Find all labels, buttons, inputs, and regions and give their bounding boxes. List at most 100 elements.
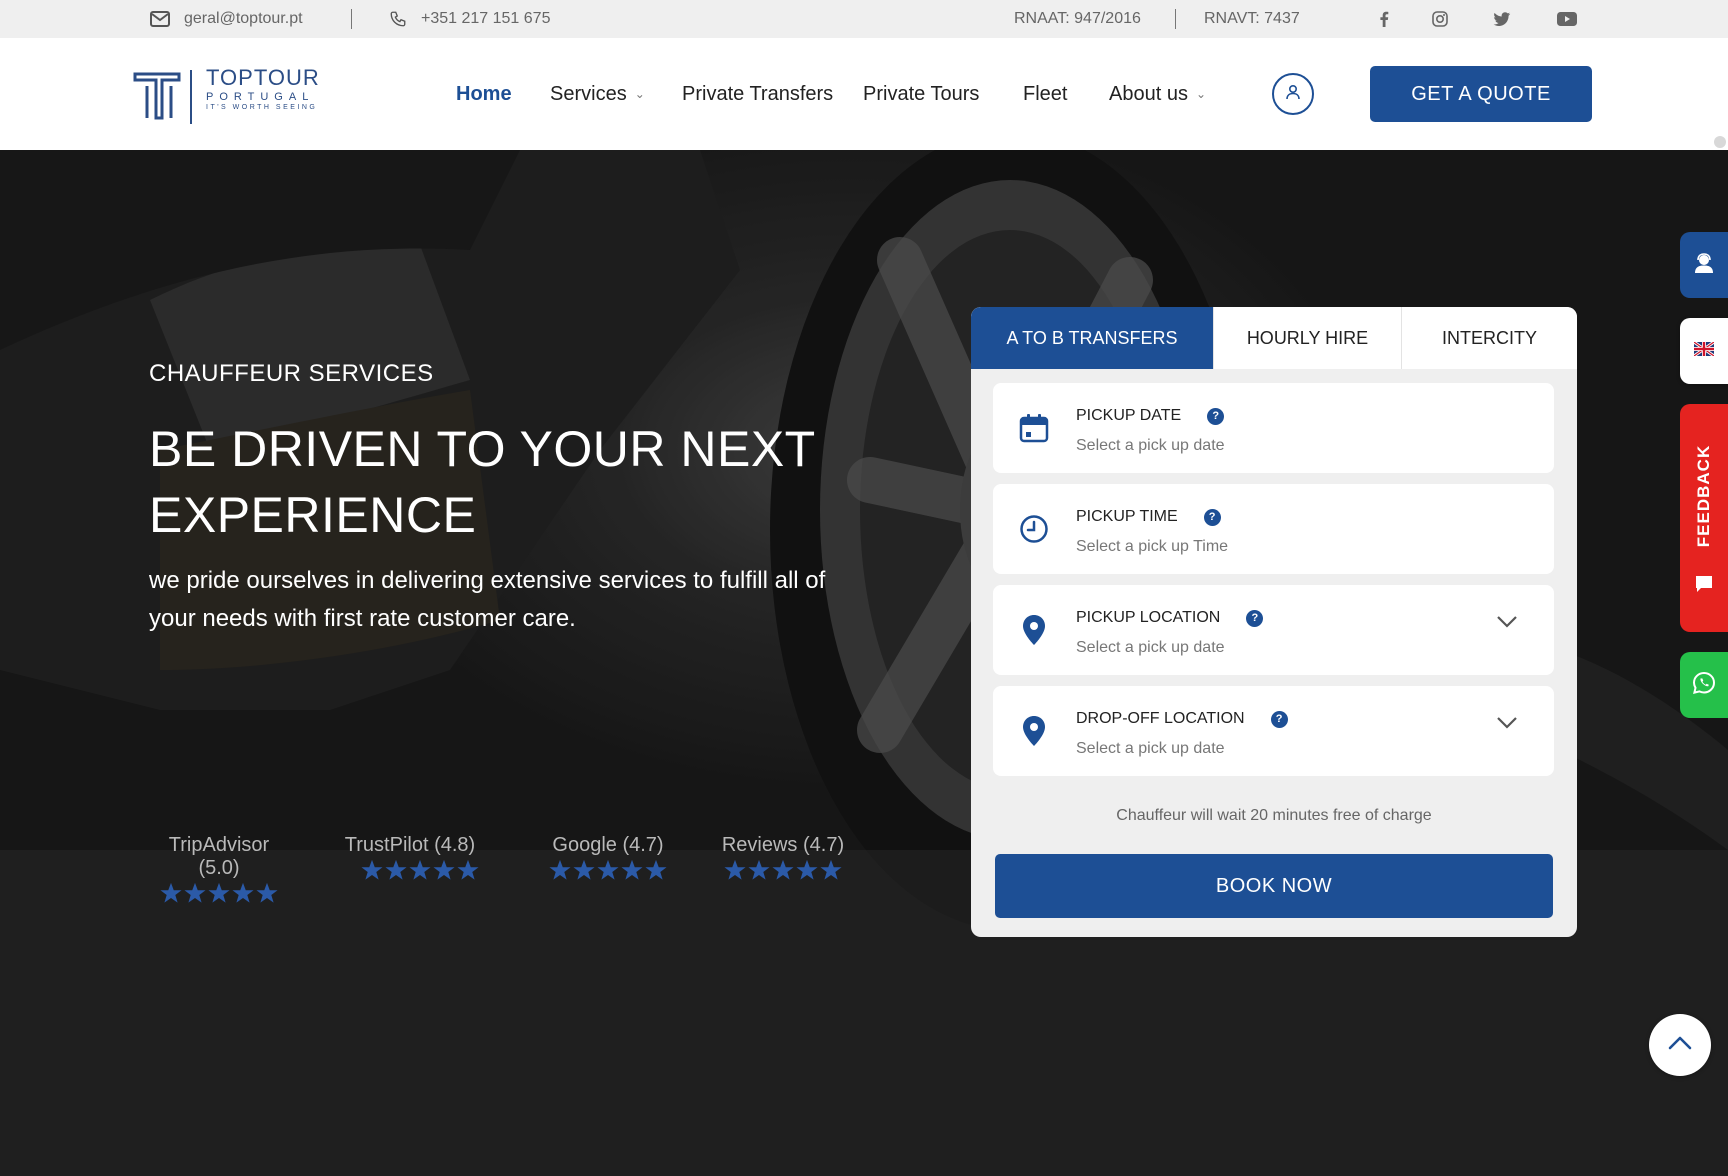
star-icon (433, 859, 455, 880)
chauffeur-wait-note: Chauffeur will wait 20 minutes free of c… (1116, 807, 1432, 824)
rnavt-text: RNAVT: 7437 (1204, 0, 1300, 38)
chevron-down-icon: ⌄ (634, 87, 645, 101)
user-icon (1284, 83, 1302, 106)
star-icon (256, 882, 278, 903)
star-icon (232, 882, 254, 903)
pickup-date-value: Select a pick up date (1076, 437, 1225, 454)
nav-fleet[interactable]: Fleet (1023, 38, 1067, 150)
whatsapp-button[interactable] (1680, 652, 1728, 718)
rating-google[interactable]: Google (4.7) (538, 834, 678, 881)
nav-private-tours[interactable]: Private Tours (863, 38, 979, 150)
star-icon (820, 859, 842, 880)
star-icon (772, 859, 794, 880)
envelope-icon (150, 11, 170, 27)
tab-label: HOURLY HIRE (1246, 327, 1369, 348)
nav-private-transfers-label: Private Transfers (682, 82, 834, 105)
language-selector[interactable] (1680, 318, 1728, 384)
rating-reviews[interactable]: Reviews (4.7) (713, 834, 853, 881)
phone-text[interactable]: +351 217 151 675 (421, 10, 550, 28)
star-icon (796, 859, 818, 880)
divider (1175, 9, 1176, 29)
book-now-button[interactable]: BOOK NOW (995, 854, 1553, 918)
scroll-to-top-button[interactable] (1649, 1014, 1711, 1076)
user-account-button[interactable] (1272, 73, 1314, 115)
field-label: DROP-OFF LOCATION ? (1076, 710, 1288, 728)
booking-widget: A TO B TRANSFERS HOURLY HIRE INTERCITY P… (971, 307, 1577, 937)
rating-label: Reviews (4.7) (721, 834, 845, 856)
help-icon[interactable]: ? (1246, 609, 1264, 627)
booking-tabs: A TO B TRANSFERS HOURLY HIRE INTERCITY (971, 307, 1577, 369)
star-rating (149, 882, 289, 904)
help-icon[interactable]: ? (1207, 407, 1225, 425)
rnavt-label: RNAVT: 7437 (1204, 10, 1300, 27)
tab-intercity[interactable]: INTERCITY (1402, 307, 1577, 369)
pickup-date-label: PICKUP DATE (1076, 407, 1182, 424)
phone-icon (389, 10, 407, 28)
pickup-date-field[interactable]: PICKUP DATE ? Select a pick up date (993, 383, 1554, 473)
nav-about-us[interactable]: About us ⌄ (1109, 38, 1206, 150)
whatsapp-icon (1692, 671, 1716, 700)
top-contact-bar: geral@toptour.pt +351 217 151 675 RNAAT:… (0, 0, 1728, 38)
nav-home-label: Home (456, 82, 512, 105)
support-agent-button[interactable] (1680, 232, 1728, 298)
chat-bubble-icon (1694, 574, 1714, 599)
scrollbar-thumb[interactable] (1714, 136, 1726, 148)
tab-a-to-b-transfers[interactable]: A TO B TRANSFERS (971, 307, 1214, 369)
clock-icon (1017, 512, 1051, 546)
toptour-logo[interactable]: TOPTOUR PORTUGAL IT'S WORTH SEEING (133, 64, 333, 126)
dropoff-location-field[interactable]: DROP-OFF LOCATION ? Select a pick up dat… (993, 686, 1554, 776)
dropoff-location-value: Select a pick up date (1076, 740, 1225, 757)
youtube-icon[interactable] (1553, 0, 1581, 38)
get-a-quote-label: GET A QUOTE (1411, 82, 1551, 105)
field-label: PICKUP DATE ? (1076, 407, 1225, 425)
chevron-down-icon[interactable] (1496, 615, 1518, 634)
logo-tagline: IT'S WORTH SEEING (206, 104, 318, 111)
star-rating (538, 859, 678, 881)
pickup-location-field[interactable]: PICKUP LOCATION ? Select a pick up date (993, 585, 1554, 675)
rating-trustpilot[interactable]: TrustPilot (4.8) (340, 834, 480, 881)
nav-fleet-label: Fleet (1023, 82, 1068, 105)
star-icon (573, 859, 595, 880)
rnaat-text: RNAAT: 947/2016 (1014, 0, 1141, 38)
facebook-icon[interactable] (1370, 0, 1398, 38)
nav-about-us-label: About us (1109, 82, 1188, 105)
star-icon (184, 882, 206, 903)
nav-home[interactable]: Home (456, 38, 512, 150)
help-icon[interactable]: ? (1203, 508, 1221, 526)
email-contact[interactable]: geral@toptour.pt (150, 0, 303, 38)
instagram-icon[interactable] (1426, 0, 1454, 38)
star-icon (724, 859, 746, 880)
nav-private-transfers[interactable]: Private Transfers (682, 38, 833, 150)
star-icon (361, 859, 383, 880)
pickup-location-value: Select a pick up date (1076, 639, 1225, 656)
tab-label: INTERCITY (1441, 327, 1537, 348)
star-rating (360, 859, 480, 881)
star-icon (645, 859, 667, 880)
logo-subtitle: PORTUGAL (206, 91, 315, 103)
help-icon[interactable]: ? (1270, 710, 1288, 728)
twitter-icon[interactable] (1488, 0, 1516, 38)
location-pin-icon (1017, 714, 1051, 748)
phone-contact[interactable]: +351 217 151 675 (389, 0, 550, 38)
nav-services[interactable]: Services ⌄ (550, 38, 645, 150)
support-agent-icon (1692, 251, 1716, 280)
star-icon (621, 859, 643, 880)
location-pin-icon (1017, 613, 1051, 647)
pickup-location-label: PICKUP LOCATION (1076, 609, 1221, 626)
pickup-time-label: PICKUP TIME (1076, 508, 1178, 525)
tab-hourly-hire[interactable]: HOURLY HIRE (1214, 307, 1402, 369)
feedback-button[interactable]: FEEDBACK (1680, 404, 1728, 632)
rating-label: TrustPilot (4.8) (344, 834, 476, 856)
get-a-quote-button[interactable]: GET A QUOTE (1370, 66, 1592, 122)
hero-description: we pride ourselves in delivering extensi… (149, 567, 826, 632)
rating-tripadvisor[interactable]: TripAdvisor (5.0) (149, 834, 289, 904)
chevron-down-icon[interactable] (1496, 716, 1518, 735)
rating-label: Google (4.7) (552, 834, 664, 856)
logo-mark-icon (133, 70, 192, 124)
star-icon (385, 859, 407, 880)
nav-private-tours-label: Private Tours (863, 82, 980, 105)
divider (351, 9, 352, 29)
pickup-time-field[interactable]: PICKUP TIME ? Select a pick up Time (993, 484, 1554, 574)
email-text[interactable]: geral@toptour.pt (184, 10, 303, 28)
logo-title: TOPTOUR (206, 65, 320, 90)
